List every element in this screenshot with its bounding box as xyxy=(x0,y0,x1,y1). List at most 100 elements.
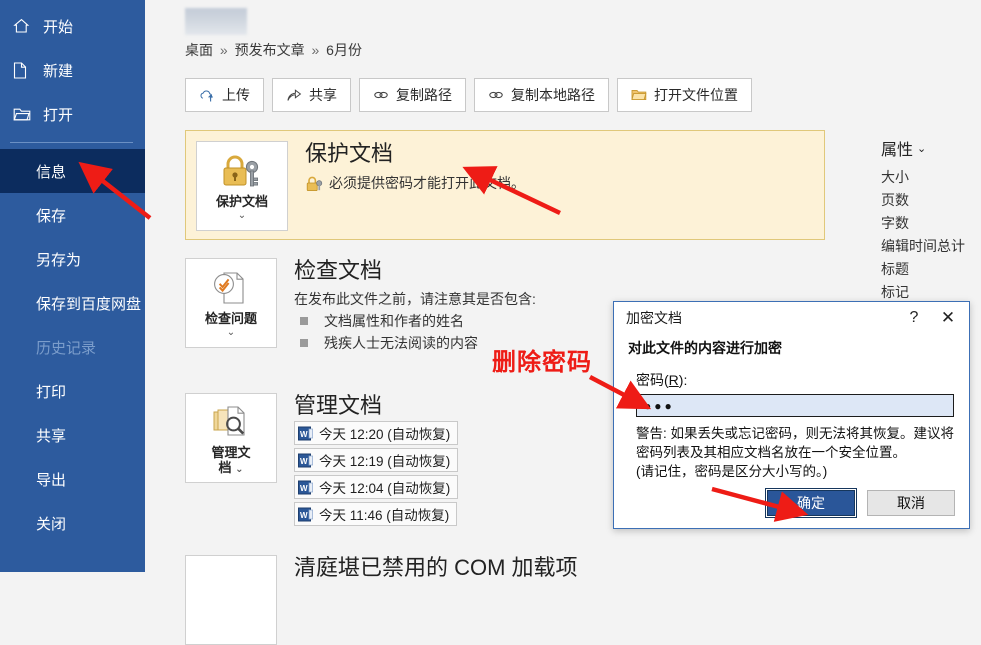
toolbar-button-label: 复制路径 xyxy=(396,87,452,103)
breadcrumb-part-2[interactable]: 预发布文章 xyxy=(235,42,305,58)
delete-password-annotation: 删除密码 xyxy=(492,348,592,376)
close-icon[interactable]: ✕ xyxy=(931,305,965,331)
padlock-small-icon xyxy=(305,175,323,192)
share-button[interactable]: 共享 xyxy=(272,78,351,112)
property-row-pages: 页数 xyxy=(881,192,909,208)
home-icon xyxy=(13,17,37,35)
dialog-warning-line-2: 密码列表及其相应文档名放在一个安全位置。 xyxy=(636,445,906,460)
breadcrumb-separator: » xyxy=(219,42,228,58)
sidebar-top-group: 开始 新建 打开 信息 保存 另存为 保存到百度网盘 历史记录 打印 共享 导出… xyxy=(0,0,145,545)
toolbar-button-label: 上传 xyxy=(222,87,250,103)
bullet-square-icon xyxy=(300,317,308,325)
backstage-sidebar: 开始 新建 打开 信息 保存 另存为 保存到百度网盘 历史记录 打印 共享 导出… xyxy=(0,0,145,572)
sidebar-item-export[interactable]: 导出 xyxy=(0,457,145,501)
password-field-label: 密码(R): xyxy=(636,372,688,388)
sidebar-item-save-as[interactable]: 另存为 xyxy=(0,237,145,281)
sidebar-item-label: 打印 xyxy=(36,383,67,401)
cloud-upload-icon xyxy=(199,87,215,103)
password-input[interactable]: ●●● xyxy=(636,394,954,417)
property-row-total-editing-time: 编辑时间总计 xyxy=(881,238,965,254)
password-input-value: ●●● xyxy=(644,398,675,413)
word-file-icon: W xyxy=(298,453,313,468)
list-item-label: 文档属性和作者的姓名 xyxy=(324,313,464,329)
inspect-document-body: 检查文档 在发布此文件之前，请注意其是否包含: 文档属性和作者的姓名 残疾人士无… xyxy=(294,258,536,354)
upload-button[interactable]: 上传 xyxy=(185,78,264,112)
word-file-icon: W xyxy=(298,426,313,441)
new-document-icon xyxy=(13,61,37,79)
list-item-label: 残疾人士无法阅读的内容 xyxy=(324,335,478,351)
sidebar-item-label: 导出 xyxy=(36,471,67,489)
list-item[interactable]: W 今天 12:20 (自动恢复) xyxy=(294,421,459,445)
com-addins-body: 清庭堪已禁用的 COM 加载项 xyxy=(294,555,578,581)
link-icon xyxy=(373,87,389,103)
sidebar-item-label: 关闭 xyxy=(36,515,67,533)
dialog-title: 加密文档 xyxy=(626,310,682,326)
dialog-warning-line-3: (请记住，密码是区分大小写的。) xyxy=(636,464,828,479)
breadcrumb-part-1[interactable]: 桌面 xyxy=(185,42,213,58)
properties-heading[interactable]: 属性 ⌄ xyxy=(881,136,981,160)
chevron-down-icon: ⌄ xyxy=(237,210,247,221)
sidebar-item-open[interactable]: 打开 xyxy=(0,92,145,136)
svg-text:W: W xyxy=(300,457,308,466)
chevron-down-icon: ⌄ xyxy=(917,142,927,155)
app-window: 开始 新建 打开 信息 保存 另存为 保存到百度网盘 历史记录 打印 共享 导出… xyxy=(0,0,981,645)
sidebar-item-new[interactable]: 新建 xyxy=(0,48,145,92)
check-for-issues-button-label: 检查问题 xyxy=(204,311,257,326)
property-row-size: 大小 xyxy=(881,169,909,185)
toolbar-button-label: 打开文件位置 xyxy=(654,87,738,103)
sidebar-item-home[interactable]: 开始 xyxy=(0,4,145,48)
sidebar-item-label: 开始 xyxy=(43,18,74,36)
list-item[interactable]: W 今天 12:04 (自动恢复) xyxy=(294,475,459,499)
document-title xyxy=(185,8,247,35)
list-item-label: 今天 12:04 (自动恢复) xyxy=(319,481,451,496)
protect-document-heading: 保护文档 xyxy=(305,141,394,166)
open-file-location-button[interactable]: 打开文件位置 xyxy=(617,78,752,112)
help-icon[interactable]: ? xyxy=(897,305,931,331)
cancel-button[interactable]: 取消 xyxy=(867,490,955,516)
sidebar-item-label: 保存到百度网盘 xyxy=(36,295,142,313)
ok-button[interactable]: 确定 xyxy=(765,488,857,518)
breadcrumb: 桌面 » 预发布文章 » 6月份 xyxy=(185,40,362,60)
sidebar-item-share[interactable]: 共享 xyxy=(0,413,145,457)
property-row-words: 字数 xyxy=(881,215,909,231)
chevron-down-icon: ⌄ xyxy=(226,327,236,338)
recovery-version-list: W 今天 12:20 (自动恢复) W 今天 12:19 (自动恢复) W 今天… xyxy=(294,421,459,529)
list-item-label: 今天 12:19 (自动恢复) xyxy=(319,454,451,469)
sidebar-item-label: 另存为 xyxy=(36,251,82,269)
inspect-document-subtitle: 在发布此文件之前，请注意其是否包含: xyxy=(294,291,536,307)
toolbar-button-label: 共享 xyxy=(309,87,337,103)
sidebar-divider xyxy=(10,142,133,143)
inspect-document-section: 检查问题 ⌄ 检查文档 在发布此文件之前，请注意其是否包含: 文档属性和作者的姓… xyxy=(185,258,536,354)
sidebar-item-label: 共享 xyxy=(36,427,67,445)
protect-document-section: 保护文档 ⌄ 保护文档 必须提供密码才能打开此文档。 xyxy=(185,130,825,240)
encrypt-document-dialog: 加密文档 ? ✕ 对此文件的内容进行加密 密码(R): ●●● 警告: 如果丢失… xyxy=(613,301,970,529)
list-item[interactable]: W 今天 11:46 (自动恢复) xyxy=(294,502,458,526)
manage-document-button[interactable]: 管理文档 ⌄ xyxy=(185,393,277,483)
protect-document-button[interactable]: 保护文档 ⌄ xyxy=(196,141,288,231)
sidebar-item-save-to-baidu-netdisk[interactable]: 保存到百度网盘 xyxy=(0,281,145,325)
sidebar-item-close[interactable]: 关闭 xyxy=(0,501,145,545)
manage-document-section: 管理文档 ⌄ 管理文档 W 今天 12:20 (自动恢复) W 今天 12:19… xyxy=(185,393,459,529)
word-file-icon: W xyxy=(298,507,313,522)
com-addins-button[interactable] xyxy=(185,555,277,645)
svg-text:W: W xyxy=(300,430,308,439)
bullet-square-icon xyxy=(300,339,308,347)
sidebar-item-label: 历史记录 xyxy=(36,339,97,357)
share-icon xyxy=(286,87,302,103)
sidebar-item-label: 新建 xyxy=(43,62,74,80)
dialog-body: 对此文件的内容进行加密 密码(R): ●●● 警告: 如果丢失或忘记密码，则无法… xyxy=(614,334,969,481)
dialog-buttons: 确定 取消 xyxy=(765,488,955,518)
copy-path-button[interactable]: 复制路径 xyxy=(359,78,466,112)
toolbar-button-label: 复制本地路径 xyxy=(511,87,595,103)
sidebar-item-save[interactable]: 保存 xyxy=(0,193,145,237)
word-file-icon: W xyxy=(298,480,313,495)
protect-document-button-label: 保护文档 xyxy=(215,194,268,209)
check-for-issues-button[interactable]: 检查问题 ⌄ xyxy=(185,258,277,348)
sidebar-item-print[interactable]: 打印 xyxy=(0,369,145,413)
copy-local-path-button[interactable]: 复制本地路径 xyxy=(474,78,609,112)
sidebar-item-info[interactable]: 信息 xyxy=(0,149,145,193)
breadcrumb-part-3[interactable]: 6月份 xyxy=(326,42,362,58)
dialog-titlebar: 加密文档 ? ✕ xyxy=(614,302,969,334)
list-item[interactable]: W 今天 12:19 (自动恢复) xyxy=(294,448,459,472)
inspect-document-heading: 检查文档 xyxy=(294,258,383,283)
